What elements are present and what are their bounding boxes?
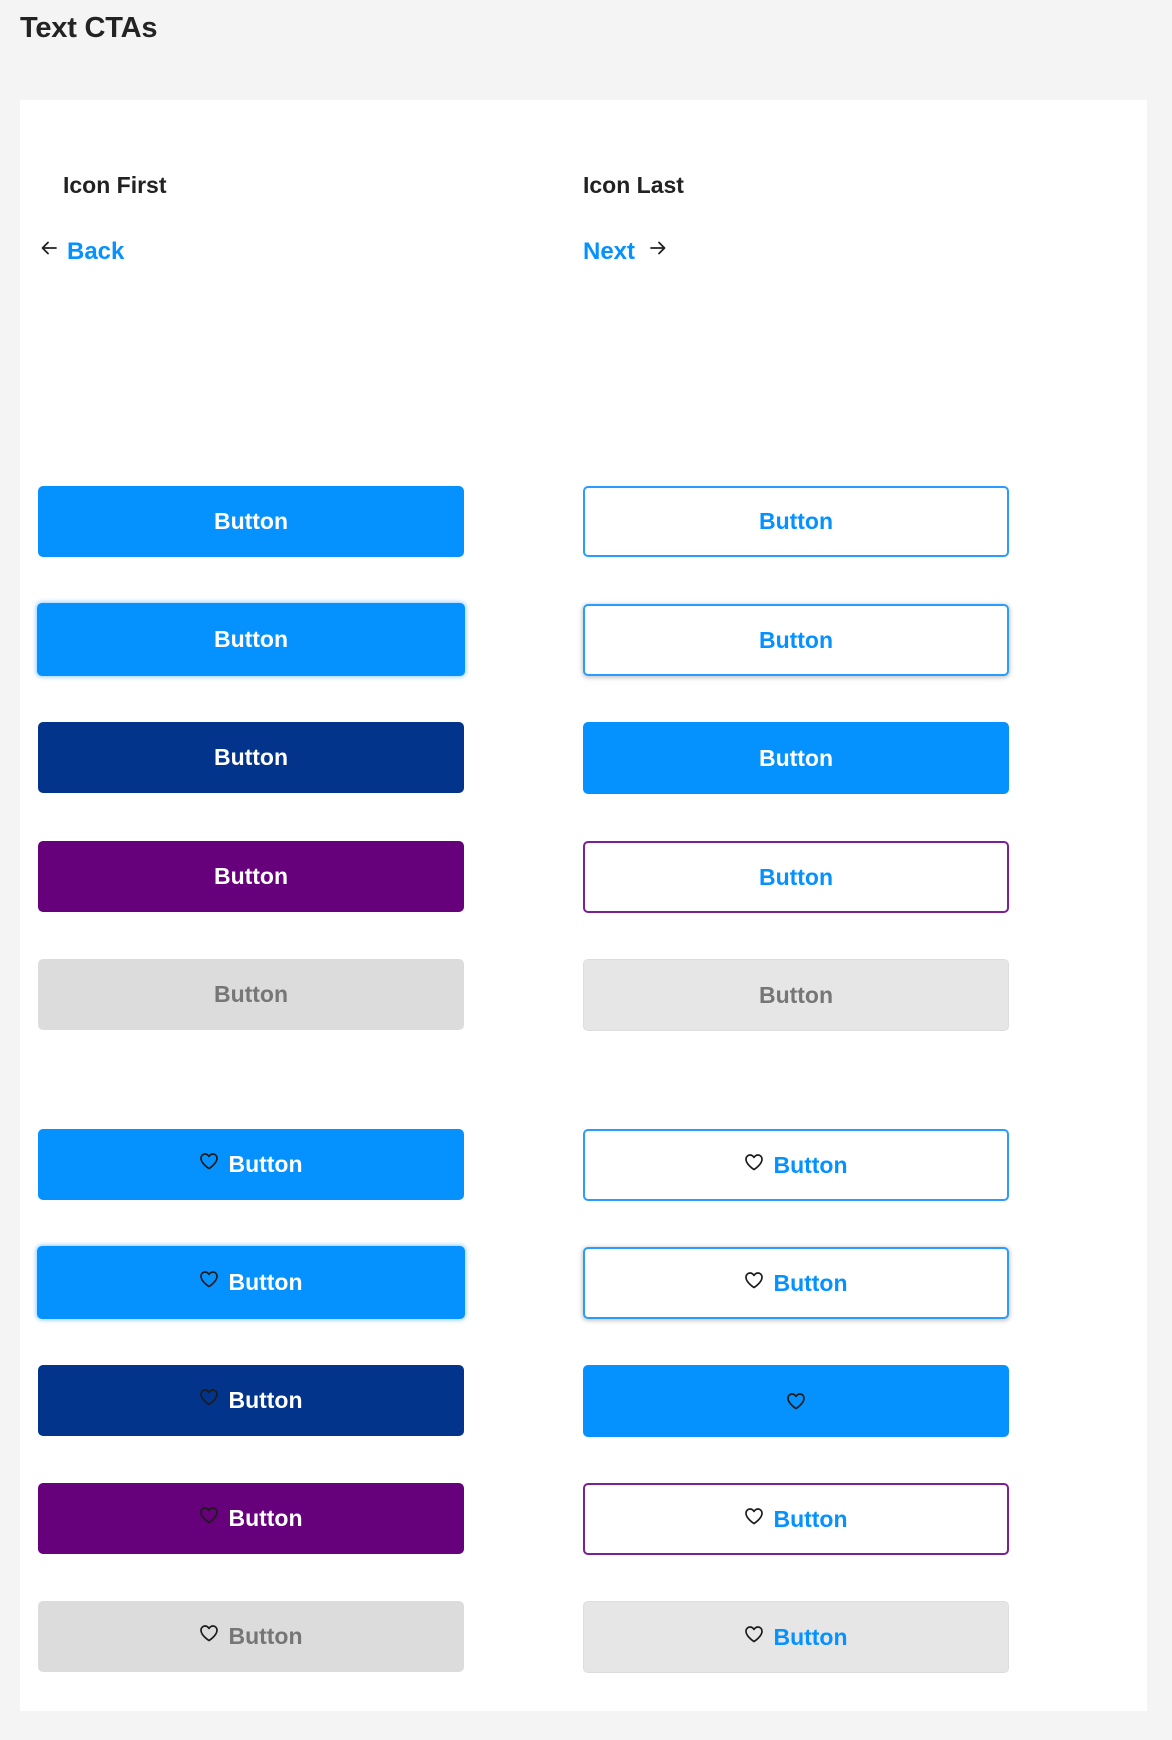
button-label: Button [213, 744, 289, 770]
next-link-label: Next [583, 238, 636, 265]
icon-only-button[interactable] [583, 1365, 1009, 1437]
button-label: Button [228, 1623, 303, 1649]
button-label: Button [213, 508, 289, 534]
outline-icon-button-hover[interactable]: Button [583, 1247, 1009, 1319]
button-label: Button [758, 626, 834, 653]
button-label: Button [773, 1269, 848, 1296]
button-label: Button [228, 1387, 303, 1413]
purple-icon-button[interactable]: Button [38, 1483, 464, 1554]
button-label: Button [228, 1505, 303, 1531]
heart-icon [744, 1625, 764, 1643]
primary-icon-button[interactable]: Button [38, 1129, 464, 1200]
button-label: Button [228, 1151, 303, 1177]
arrow-left-icon [40, 239, 58, 257]
navy-button[interactable]: Button [38, 722, 464, 793]
cta-showcase-card: Icon First Icon Last Back Next Button Bu… [20, 100, 1147, 1711]
button-label: Button [773, 1505, 848, 1532]
button-label: Button [758, 981, 834, 1008]
disabled-icon-button: Button [583, 1601, 1009, 1673]
heart-icon [199, 1506, 219, 1524]
arrow-right-icon [649, 239, 667, 257]
outline-button-hover[interactable]: Button [583, 604, 1009, 676]
heart-icon [199, 1388, 219, 1406]
purple-button[interactable]: Button [38, 841, 464, 912]
button-label: Button [213, 626, 289, 652]
button-label: Button [758, 863, 834, 890]
primary-icon-button-hover[interactable]: Button [37, 1246, 465, 1319]
heart-icon [786, 1392, 806, 1410]
page-title: Text CTAs [20, 12, 158, 44]
button-label: Button [213, 981, 289, 1007]
outline-purple-icon-button[interactable]: Button [583, 1483, 1009, 1555]
outline-button[interactable]: Button [583, 486, 1009, 557]
heart-icon [199, 1624, 219, 1642]
button-label: Button [228, 1269, 303, 1295]
primary-button[interactable]: Button [38, 486, 464, 557]
heart-icon [744, 1271, 764, 1289]
disabled-button: Button [583, 959, 1009, 1031]
disabled-icon-button: Button [38, 1601, 464, 1672]
back-link[interactable]: Back [40, 238, 124, 266]
button-label: Button [758, 508, 834, 534]
back-link-label: Back [67, 238, 125, 265]
outline-purple-button[interactable]: Button [583, 841, 1009, 913]
icon-first-heading: Icon First [63, 172, 167, 198]
outline-icon-button[interactable]: Button [583, 1129, 1009, 1201]
primary-button-hover[interactable]: Button [37, 603, 465, 676]
navy-icon-button[interactable]: Button [38, 1365, 464, 1436]
icon-last-heading: Icon Last [583, 172, 684, 198]
disabled-button: Button [38, 959, 464, 1030]
heart-icon [199, 1152, 219, 1170]
heart-icon [199, 1270, 219, 1288]
button-label: Button [773, 1151, 848, 1178]
heart-icon [744, 1507, 764, 1525]
button-label: Button [773, 1623, 848, 1650]
button-label: Button [758, 744, 834, 771]
button-label: Button [213, 863, 289, 889]
solid-blue-button[interactable]: Button [583, 722, 1009, 794]
next-link[interactable]: Next [583, 238, 667, 266]
heart-icon [744, 1153, 764, 1171]
